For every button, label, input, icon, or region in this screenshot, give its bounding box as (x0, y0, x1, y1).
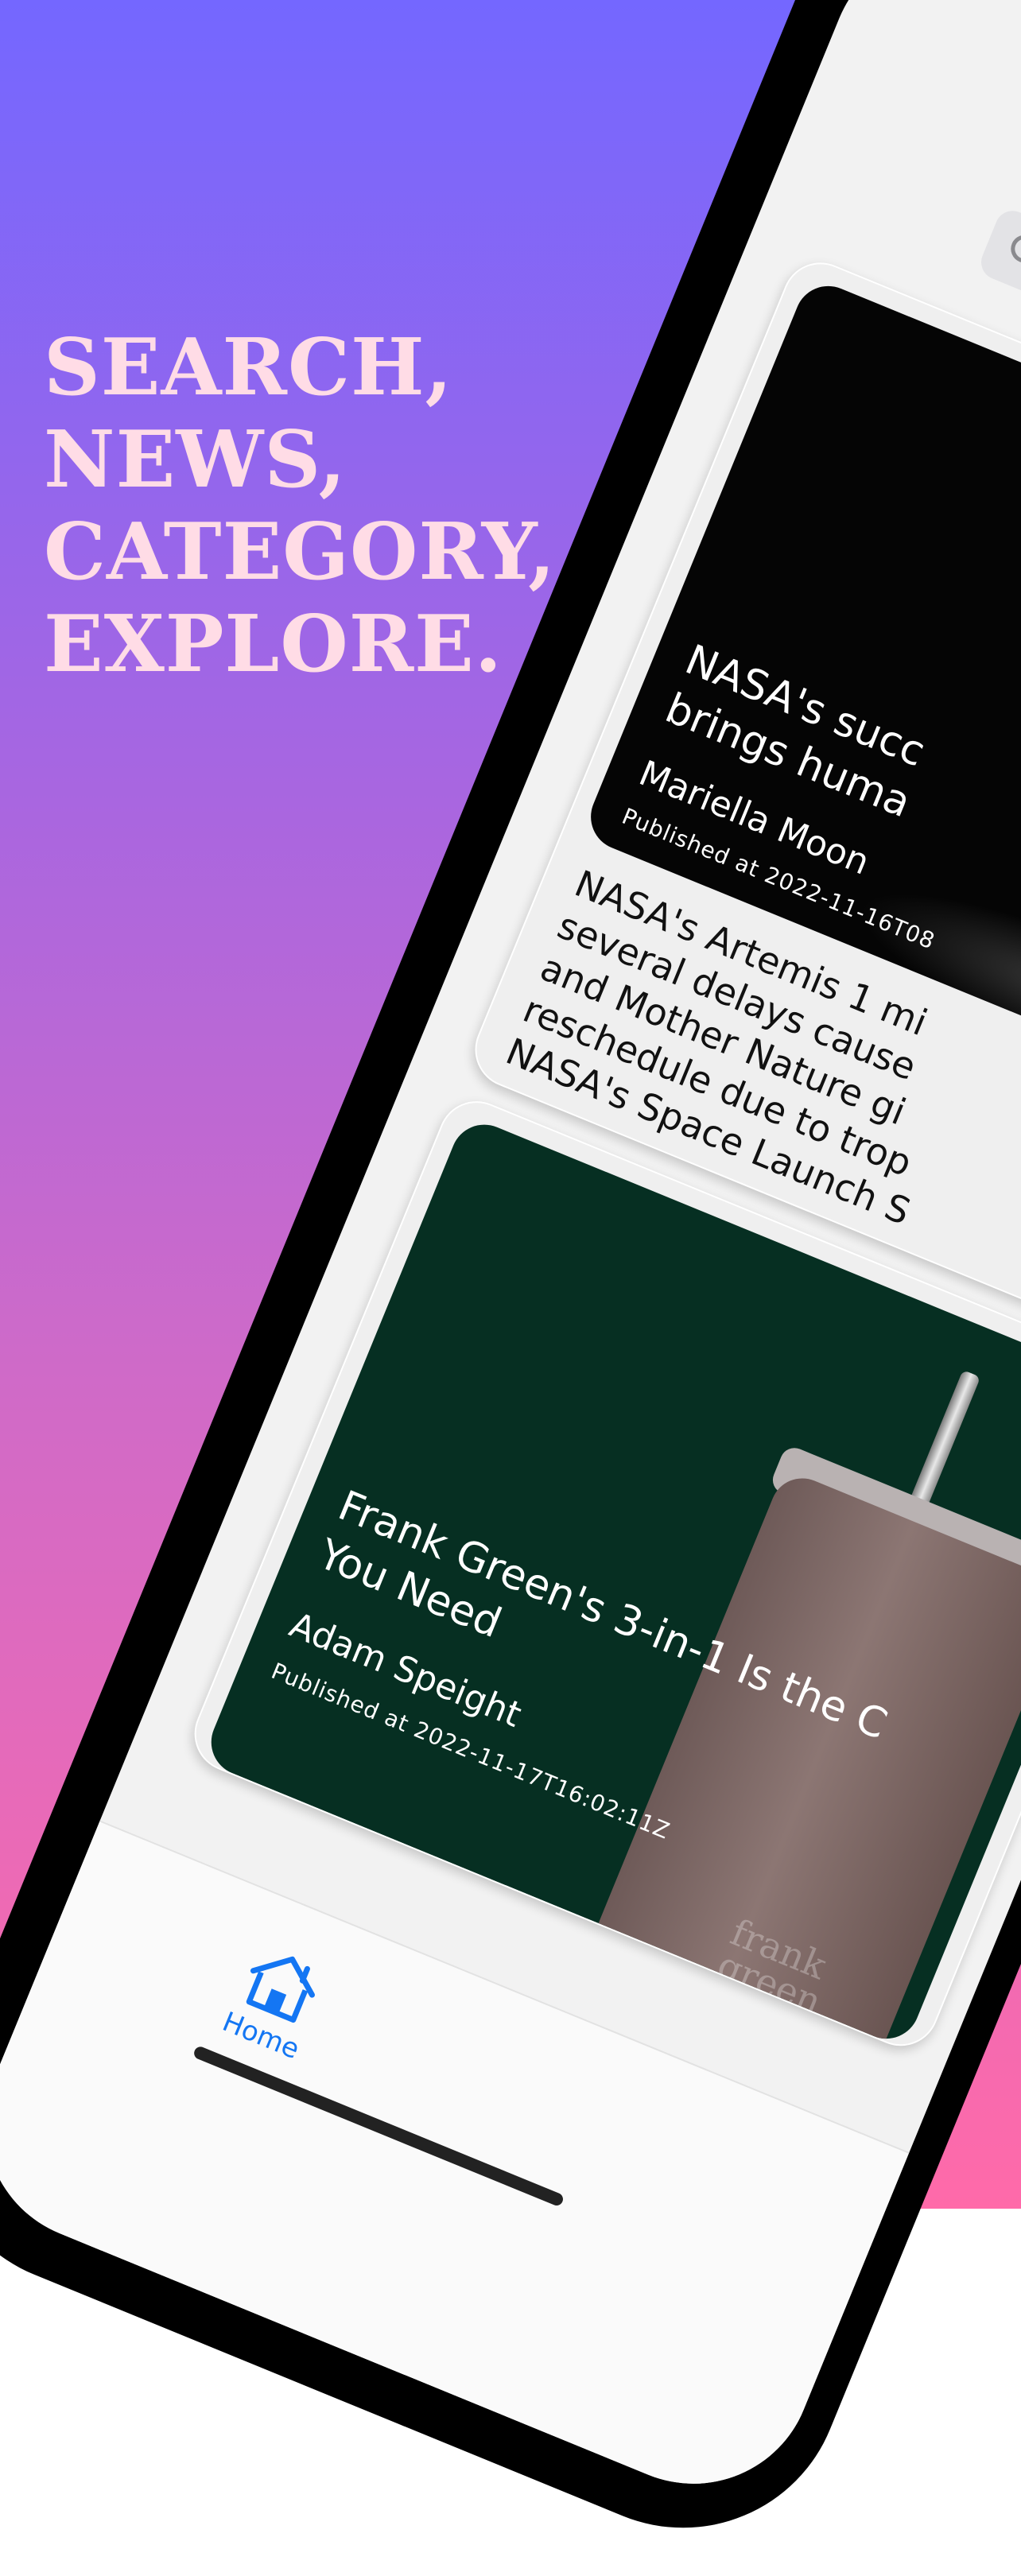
straw-shape (905, 1369, 981, 1517)
headline-line: SEARCH, (44, 322, 453, 413)
promo-headline: SEARCH, NEWS, CATEGORY, EXPLORE. (44, 322, 556, 691)
search-icon (1011, 235, 1021, 263)
headline-line: CATEGORY, (44, 506, 557, 598)
headline-line: NEWS, (44, 414, 347, 506)
headline-line: EXPLORE. (44, 599, 503, 690)
